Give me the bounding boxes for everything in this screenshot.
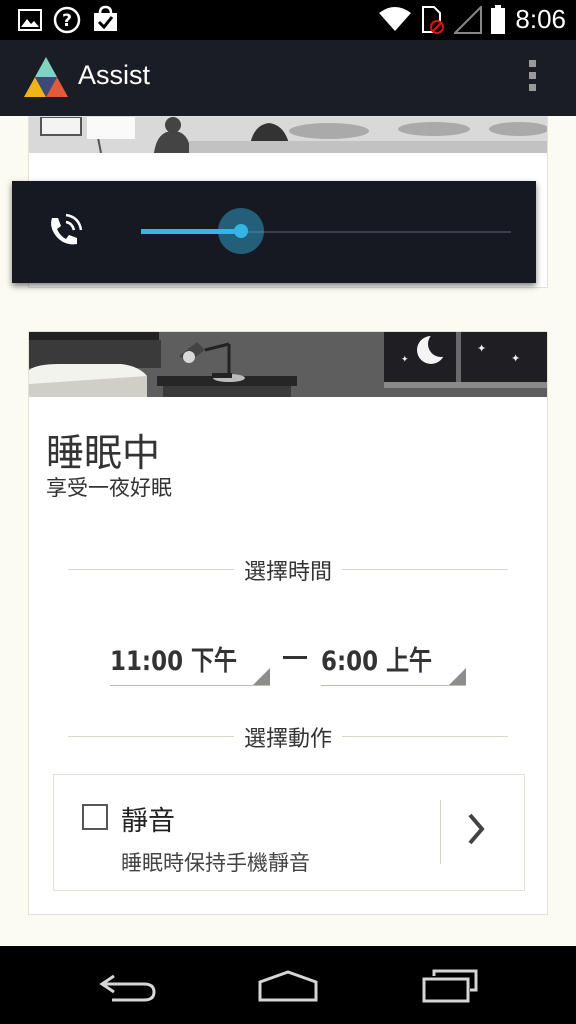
app-logo-icon bbox=[24, 57, 68, 97]
dropdown-corner-icon bbox=[253, 668, 270, 685]
start-time-picker[interactable]: 11:00 下午 bbox=[110, 632, 270, 686]
navigation-bar bbox=[0, 946, 576, 1024]
mute-action-description: 睡眠時保持手機靜音 bbox=[121, 851, 310, 875]
sleep-card: ✦ ✦ ✦ 睡眠中 享受一夜好眠 選擇時間 11:00 下午 6:00 上午 選… bbox=[28, 331, 548, 915]
home-icon[interactable] bbox=[256, 968, 320, 1004]
svg-text:✦: ✦ bbox=[511, 352, 520, 365]
back-icon[interactable] bbox=[98, 970, 158, 1004]
signal-icon bbox=[454, 6, 482, 34]
time-range-dash bbox=[283, 656, 307, 659]
end-time-picker[interactable]: 6:00 上午 bbox=[321, 632, 466, 686]
image-icon bbox=[18, 9, 42, 31]
svg-text:?: ? bbox=[62, 11, 72, 31]
app-title: Assist bbox=[78, 60, 151, 90]
phone-ringer-icon bbox=[51, 213, 83, 245]
volume-slider-thumb[interactable] bbox=[218, 208, 264, 254]
battery-icon bbox=[491, 5, 505, 34]
dropdown-corner-icon bbox=[449, 668, 466, 685]
chevron-right-icon[interactable] bbox=[460, 809, 490, 849]
volume-overlay bbox=[12, 181, 536, 283]
previous-card-illustration bbox=[29, 117, 547, 153]
mute-action-row[interactable]: 靜音 睡眠時保持手機靜音 bbox=[53, 774, 525, 891]
time-section-label: 選擇時間 bbox=[29, 554, 547, 586]
wifi-icon bbox=[379, 7, 411, 31]
volume-slider[interactable] bbox=[141, 208, 511, 254]
sleep-subtitle: 享受一夜好眠 bbox=[46, 476, 172, 500]
svg-text:✦: ✦ bbox=[477, 342, 486, 355]
sim-error-icon bbox=[422, 6, 444, 34]
status-time: 8:06 bbox=[515, 4, 566, 34]
overflow-menu-icon[interactable] bbox=[524, 60, 540, 100]
status-bar: ? 8:06 bbox=[0, 0, 576, 40]
action-section-text: 選擇動作 bbox=[233, 727, 342, 752]
bedroom-night-illustration: ✦ ✦ ✦ bbox=[29, 332, 547, 397]
recents-icon[interactable] bbox=[420, 968, 480, 1004]
mute-checkbox[interactable] bbox=[82, 804, 108, 830]
time-section-text: 選擇時間 bbox=[233, 560, 342, 585]
action-divider bbox=[440, 800, 441, 864]
action-section-label: 選擇動作 bbox=[29, 721, 547, 753]
svg-text:✦: ✦ bbox=[401, 355, 409, 365]
start-time-value: 11:00 下午 bbox=[110, 646, 237, 677]
shopping-bag-check-icon bbox=[94, 5, 117, 31]
help-circle-icon: ? bbox=[53, 6, 81, 34]
action-bar: Assist bbox=[0, 40, 576, 116]
sleep-title: 睡眠中 bbox=[46, 431, 161, 475]
mute-action-title: 靜音 bbox=[121, 806, 175, 837]
end-time-value: 6:00 上午 bbox=[321, 646, 432, 677]
